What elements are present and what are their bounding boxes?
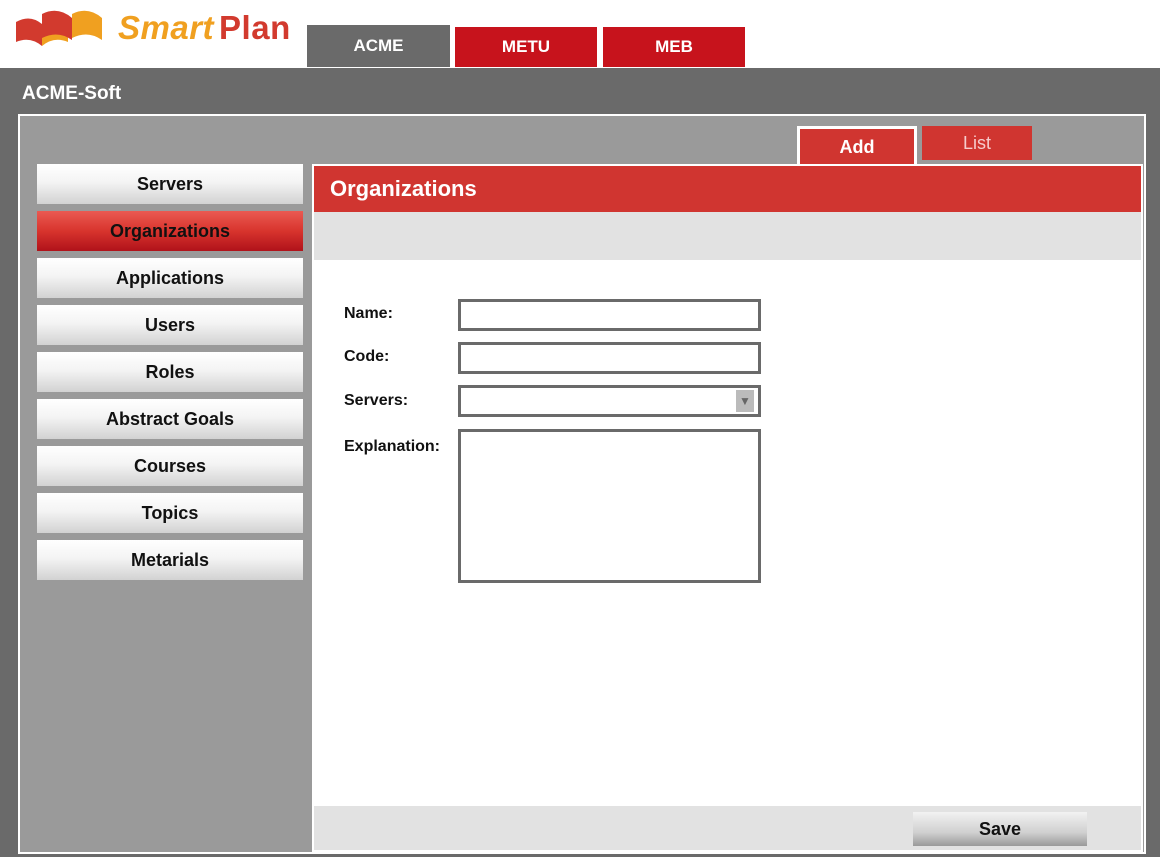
logo-plan: Plan (219, 9, 291, 46)
servers-select[interactable]: ▼ (458, 385, 761, 417)
tab-list[interactable]: List (922, 126, 1032, 160)
code-label: Code: (344, 348, 390, 365)
open-book-icon (16, 10, 102, 46)
sidebar-item-applications[interactable]: Applications (37, 258, 303, 298)
save-button[interactable]: Save (913, 812, 1087, 846)
sidebar-item-metarials[interactable]: Metarials (37, 540, 303, 580)
sidebar-item-abstract-goals[interactable]: Abstract Goals (37, 399, 303, 439)
sidebar-item-topics[interactable]: Topics (37, 493, 303, 533)
tab-metu[interactable]: METU (453, 25, 599, 67)
tab-acme[interactable]: ACME (307, 25, 450, 67)
form-panel: Organizations Name: Code: Servers: ▼ Exp… (312, 164, 1143, 852)
servers-label: Servers: (344, 392, 409, 409)
sidebar-item-roles[interactable]: Roles (37, 352, 303, 392)
app-logo: Smart Plan (12, 8, 291, 48)
panel-toolbar (314, 212, 1141, 260)
content-area: Add List Servers Organizations Applicati… (18, 114, 1146, 854)
code-field[interactable] (458, 342, 761, 374)
explanation-field[interactable] (458, 429, 761, 583)
sidebar-item-servers[interactable]: Servers (37, 164, 303, 204)
logo-smart: Smart (118, 9, 215, 46)
sidebar-item-courses[interactable]: Courses (37, 446, 303, 486)
main-frame: ACME-Soft Add List Servers Organizations… (0, 68, 1160, 857)
triangle-down-icon[interactable]: ▼ (736, 390, 754, 412)
panel-title: Organizations (314, 166, 1141, 212)
sidebar-item-users[interactable]: Users (37, 305, 303, 345)
tab-add[interactable]: Add (797, 126, 917, 166)
sidebar-item-organizations[interactable]: Organizations (37, 211, 303, 251)
name-label: Name: (344, 305, 393, 322)
panel-footer: Save (314, 806, 1141, 850)
name-field[interactable] (458, 299, 761, 331)
sidebar: Servers Organizations Applications Users… (37, 164, 303, 587)
explanation-label: Explanation: (344, 438, 441, 455)
tab-meb[interactable]: MEB (601, 25, 747, 67)
window-title: ACME-Soft (22, 83, 122, 104)
